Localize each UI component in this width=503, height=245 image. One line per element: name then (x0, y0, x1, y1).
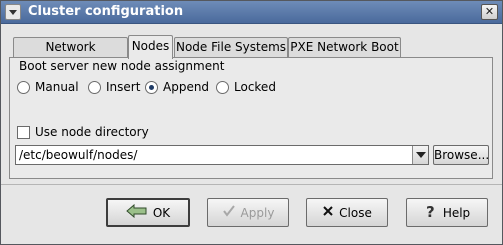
window-title: Cluster configuration (28, 4, 184, 19)
apply-label: Apply (240, 205, 275, 220)
close-label: Close (339, 205, 372, 220)
checkmark-icon (222, 204, 236, 221)
radio-indicator-selected[interactable] (145, 80, 158, 94)
tab-network-properties[interactable]: Network properties (13, 37, 128, 73)
ok-arrow-icon (126, 203, 148, 221)
title-bar[interactable]: Cluster configuration ✕ (1, 1, 502, 24)
radio-locked[interactable]: Locked (216, 79, 276, 95)
use-node-directory-checkbox[interactable]: Use node directory (17, 125, 149, 139)
tab-pxe-network-boot[interactable]: PXE Network Boot (288, 37, 401, 58)
radio-indicator[interactable] (17, 80, 30, 94)
help-label: Help (442, 205, 471, 220)
apply-button[interactable]: Apply (207, 198, 289, 227)
radio-locked-label: Locked (234, 80, 276, 94)
tab-node-file-systems[interactable]: Node File Systems (174, 37, 288, 58)
radio-indicator[interactable] (88, 80, 101, 94)
chevron-down-icon[interactable] (412, 146, 428, 164)
ok-button[interactable]: OK (106, 198, 190, 227)
browse-button[interactable]: Browse... (433, 145, 489, 165)
close-window-icon[interactable]: ✕ (481, 4, 498, 20)
node-directory-combo[interactable]: /etc/beowulf/nodes/ (15, 145, 429, 165)
radio-indicator[interactable] (216, 80, 229, 94)
radio-insert-label: Insert (106, 80, 141, 94)
tab-nodes[interactable]: Nodes (128, 35, 173, 59)
radio-insert[interactable]: Insert (88, 79, 140, 95)
radio-append-label: Append (163, 80, 210, 94)
radio-manual[interactable]: Manual (17, 79, 79, 95)
cluster-config-window: Cluster configuration ✕ Network properti… (0, 0, 503, 245)
node-directory-path[interactable]: /etc/beowulf/nodes/ (19, 148, 137, 162)
close-x-icon (322, 205, 334, 220)
button-separator (1, 184, 502, 185)
close-button[interactable]: Close (306, 198, 388, 227)
help-question-icon: ? (424, 203, 438, 222)
radio-append[interactable]: Append (145, 79, 209, 95)
help-button[interactable]: ? Help (406, 198, 488, 227)
svg-text:?: ? (426, 203, 435, 219)
use-node-directory-label: Use node directory (35, 125, 149, 139)
radio-manual-label: Manual (35, 80, 79, 94)
boot-server-group-title: Boot server new node assignment (19, 59, 225, 73)
ok-label: OK (152, 205, 171, 220)
window-menu-icon[interactable] (5, 4, 21, 20)
checkbox-box[interactable] (17, 125, 30, 139)
